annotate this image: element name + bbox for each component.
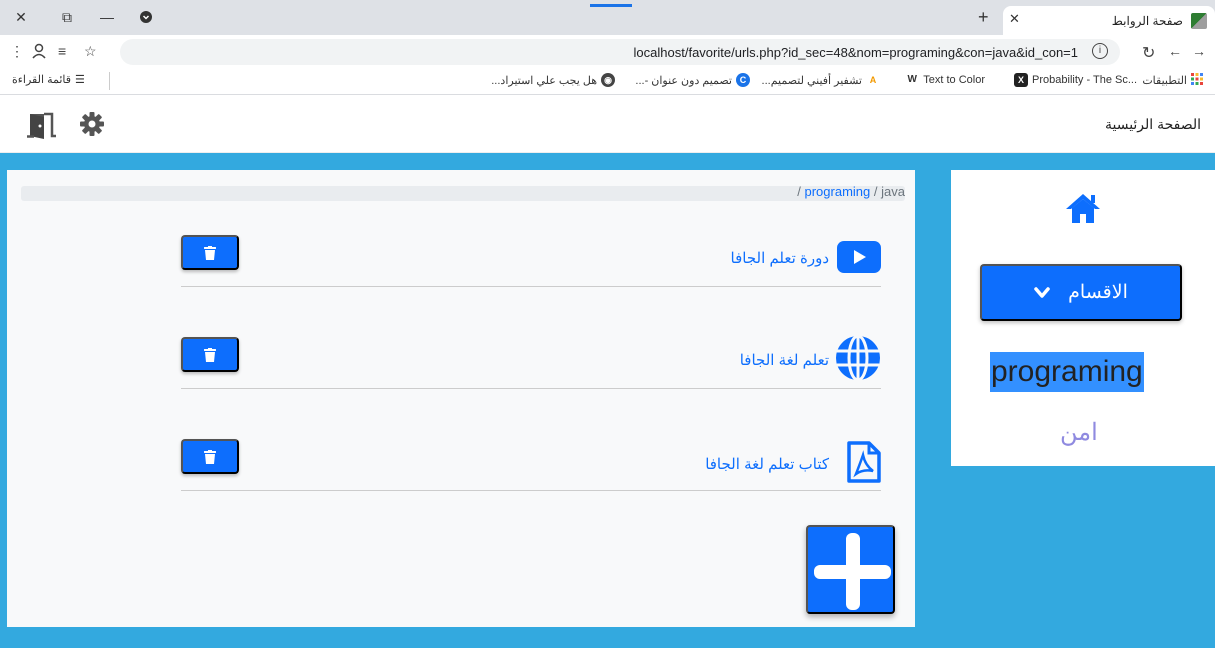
link-title[interactable]: تعلم لغة الجافا xyxy=(740,351,829,369)
apps-grid-icon xyxy=(1191,73,1203,88)
page: الصفحة الرئيسية programing / java / دورة… xyxy=(0,96,1215,648)
minimize-window-icon[interactable]: — xyxy=(98,8,116,26)
menu-kebab-icon[interactable]: ⋮ xyxy=(10,43,24,60)
trash-icon xyxy=(204,347,216,362)
home-link[interactable]: الصفحة الرئيسية xyxy=(1105,116,1201,133)
trash-icon xyxy=(204,245,216,260)
bookmark-text-to-color[interactable]: W Text to Color xyxy=(905,73,985,87)
bookmarks-bar: التطبيقات X Probability - The Sc... W Te… xyxy=(0,67,1215,95)
bookmark-label: Probability - The Sc... xyxy=(1032,74,1137,86)
bookmark-label: Text to Color xyxy=(923,74,985,86)
browser-toolbar: ⋮ ≡ ☆ localhost/favorite/urls.php?id_sec… xyxy=(0,35,1215,67)
address-bar[interactable]: localhost/favorite/urls.php?id_sec=48&no… xyxy=(120,39,1120,65)
active-tab[interactable]: صفحة الروابط ✕ xyxy=(1003,6,1215,35)
trash-icon xyxy=(204,449,216,464)
categories-label: الاقسام xyxy=(1068,282,1128,303)
close-window-icon[interactable]: ✕ xyxy=(12,8,30,26)
delete-button[interactable] xyxy=(181,235,239,270)
chevron-down-icon xyxy=(1034,286,1050,298)
browser-tab-bar: ✕ ⧉ — + صفحة الروابط ✕ xyxy=(0,0,1215,35)
tab-close-icon[interactable]: ✕ xyxy=(1009,11,1020,27)
forward-arrow-icon[interactable]: ← xyxy=(1168,43,1182,59)
profile-icon[interactable] xyxy=(32,43,46,62)
link-item: كتاب تعلم لغة الجافا xyxy=(181,439,881,491)
pdf-file-icon[interactable] xyxy=(847,441,881,488)
delete-button[interactable] xyxy=(181,337,239,372)
url-text[interactable]: localhost/favorite/urls.php?id_sec=48&no… xyxy=(634,45,1078,60)
breadcrumb-separator: / xyxy=(797,184,801,199)
bookmark-label: تصميم دون عنوان -... xyxy=(635,74,732,87)
bookmark-star-icon[interactable]: ☆ xyxy=(84,43,97,60)
bookmark-affine[interactable]: A تشفير أفيني لتصميم... xyxy=(762,73,880,87)
reading-list[interactable]: ☰ قائمة القراءة xyxy=(12,73,85,86)
link-item: دورة تعلم الجافا xyxy=(181,235,881,287)
reading-list-icon: ☰ xyxy=(75,74,85,86)
secure-label: امن xyxy=(1060,419,1098,446)
youtube-icon[interactable] xyxy=(837,241,881,278)
reading-mode-icon[interactable]: ≡ xyxy=(58,43,66,59)
section-name: programing xyxy=(990,352,1144,392)
restore-window-icon[interactable]: ⧉ xyxy=(58,8,76,26)
bookmark-x-icon: X xyxy=(1014,73,1029,87)
links-panel: programing / java / دورة تعلم الجافا تعل… xyxy=(7,170,915,627)
bookmark-label: التطبيقات xyxy=(1142,75,1187,87)
tab-title: صفحة الروابط xyxy=(1111,14,1183,28)
home-icon[interactable] xyxy=(1064,192,1102,229)
bookmark-import-question[interactable]: ◉ هل يجب علي استيراد... xyxy=(491,73,615,87)
bookmark-label: تشفير أفيني لتصميم... xyxy=(761,74,862,87)
breadcrumb-separator: / xyxy=(873,184,878,199)
tab-search-icon[interactable] xyxy=(137,8,155,26)
gear-icon[interactable] xyxy=(79,111,105,142)
tab-strip-indicator xyxy=(590,4,632,7)
breadcrumb-category[interactable]: java xyxy=(881,184,905,199)
bookmark-w-icon: W xyxy=(905,73,920,87)
globe-icon[interactable] xyxy=(835,334,881,386)
bookmark-globe-icon: ◉ xyxy=(601,73,615,87)
link-title[interactable]: كتاب تعلم لغة الجافا xyxy=(705,455,829,473)
door-exit-icon[interactable] xyxy=(27,111,57,144)
bookmark-canva[interactable]: C تصميم دون عنوان -... xyxy=(635,73,750,87)
bookmark-a-icon: A xyxy=(866,73,880,87)
reading-list-label: قائمة القراءة xyxy=(12,74,72,86)
bookmark-c-icon: C xyxy=(736,73,750,87)
new-tab-button[interactable]: + xyxy=(978,8,989,26)
favicon-icon xyxy=(1191,13,1207,29)
back-arrow-icon[interactable]: → xyxy=(1192,43,1206,59)
sidebar: الاقسام programing امن xyxy=(951,170,1215,466)
bookmark-label: هل يجب علي استيراد... xyxy=(491,74,597,87)
reload-icon[interactable]: ↻ xyxy=(1142,43,1155,63)
add-link-button[interactable] xyxy=(806,525,895,614)
top-navbar: الصفحة الرئيسية xyxy=(0,96,1215,153)
bookmarks-divider xyxy=(109,72,110,90)
link-title[interactable]: دورة تعلم الجافا xyxy=(731,249,829,267)
breadcrumb-section[interactable]: programing xyxy=(805,184,871,199)
categories-dropdown-button[interactable]: الاقسام xyxy=(980,264,1182,321)
bookmark-probability[interactable]: X Probability - The Sc... xyxy=(1014,73,1137,87)
site-info-icon[interactable]: i xyxy=(1092,43,1108,59)
bookmark-apps[interactable]: التطبيقات xyxy=(1142,73,1203,88)
breadcrumb: programing / java / xyxy=(21,184,905,201)
delete-button[interactable] xyxy=(181,439,239,474)
link-item: تعلم لغة الجافا xyxy=(181,334,881,389)
